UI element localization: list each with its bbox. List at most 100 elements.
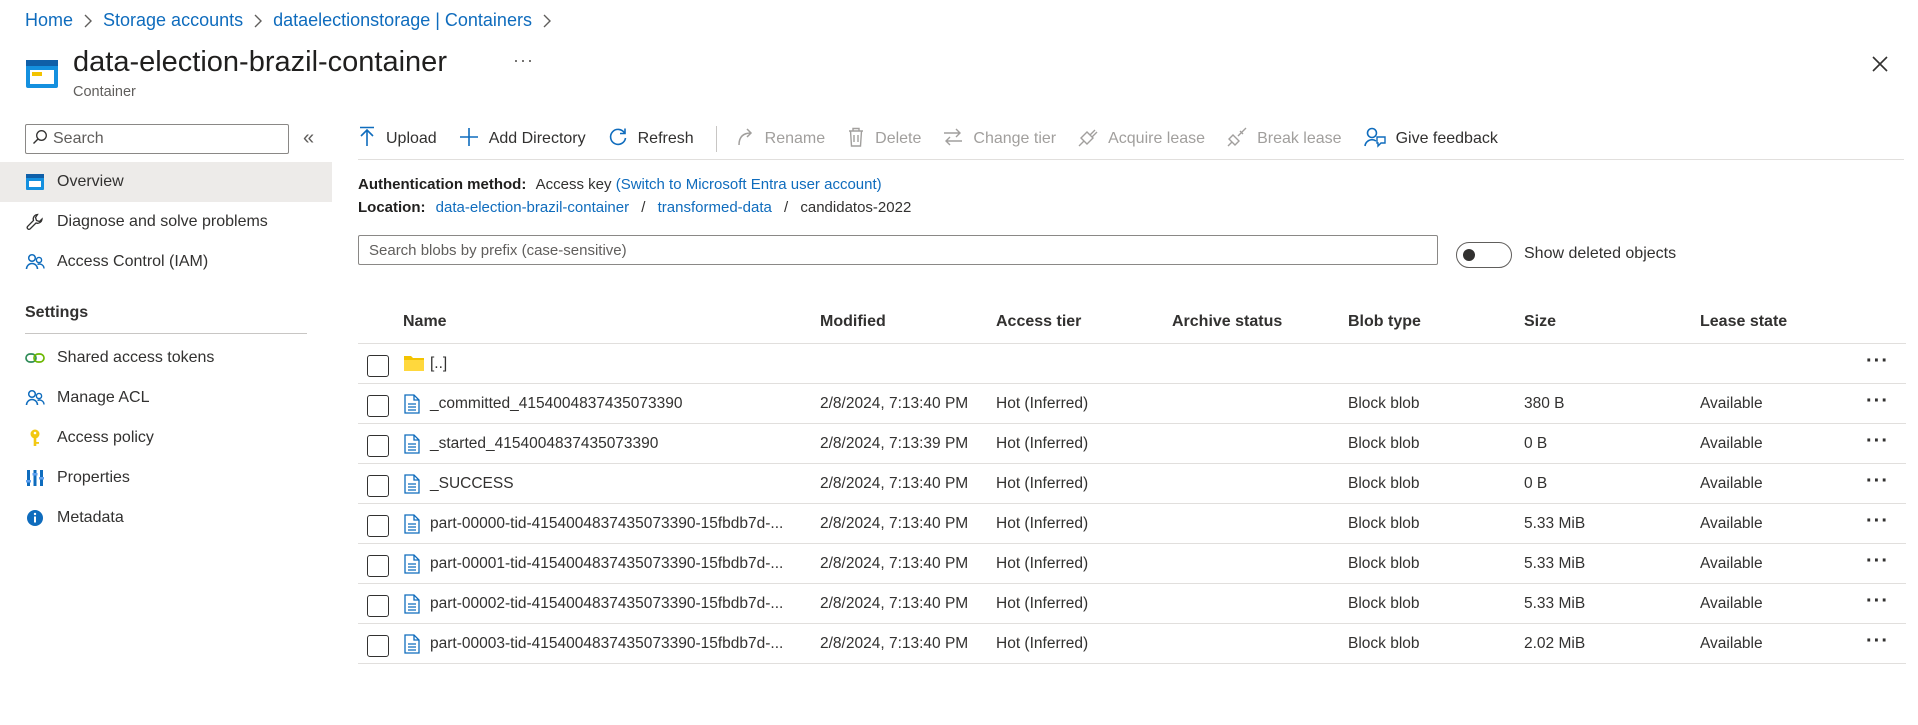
more-options-icon[interactable]: ··· bbox=[513, 50, 534, 71]
chevron-right-icon bbox=[253, 14, 263, 28]
row-checkbox[interactable] bbox=[367, 475, 389, 497]
column-header-modified[interactable]: Modified bbox=[820, 313, 886, 331]
row-checkbox[interactable] bbox=[367, 595, 389, 617]
row-checkbox[interactable] bbox=[367, 515, 389, 537]
location-separator: / bbox=[784, 199, 789, 216]
sidebar-item-access-policy[interactable]: Access policy bbox=[0, 418, 332, 458]
row-more-options-icon[interactable]: ··· bbox=[1866, 350, 1889, 373]
row-name[interactable]: part-00002-tid-4154004837435073390-15fbd… bbox=[430, 595, 783, 613]
row-name[interactable]: part-00003-tid-4154004837435073390-15fbd… bbox=[430, 635, 783, 653]
column-header-access-tier[interactable]: Access tier bbox=[996, 313, 1081, 331]
toolbar-divider-line bbox=[358, 159, 1904, 160]
row-name[interactable]: [..] bbox=[430, 355, 447, 373]
refresh-button[interactable]: Refresh bbox=[608, 127, 694, 152]
row-blob-type: Block blob bbox=[1348, 515, 1420, 532]
show-deleted-toggle[interactable] bbox=[1456, 242, 1512, 268]
location-separator: / bbox=[641, 199, 646, 216]
sidebar-item-manage-acl[interactable]: Manage ACL bbox=[0, 378, 332, 418]
table-row[interactable]: [..] ··· bbox=[358, 344, 1906, 384]
close-icon[interactable] bbox=[1866, 50, 1894, 78]
give-feedback-label: Give feedback bbox=[1395, 130, 1498, 147]
table-row[interactable]: part-00000-tid-4154004837435073390-15fbd… bbox=[358, 504, 1906, 544]
add-directory-button[interactable]: Add Directory bbox=[459, 127, 586, 152]
row-more-options-icon[interactable]: ··· bbox=[1866, 510, 1889, 533]
give-feedback-button[interactable]: Give feedback bbox=[1363, 126, 1498, 153]
command-bar: Upload Add Directory Refresh Rename Dele… bbox=[358, 124, 1520, 154]
sidebar-item-metadata[interactable]: Metadata bbox=[0, 498, 332, 538]
row-lease-state: Available bbox=[1700, 435, 1763, 452]
row-blob-type: Block blob bbox=[1348, 475, 1420, 492]
row-checkbox[interactable] bbox=[367, 555, 389, 577]
location-link-container[interactable]: data-election-brazil-container bbox=[436, 199, 629, 216]
location-link-folder[interactable]: transformed-data bbox=[658, 199, 772, 216]
row-checkbox[interactable] bbox=[367, 635, 389, 657]
row-more-options-icon[interactable]: ··· bbox=[1866, 430, 1889, 453]
table-row[interactable]: part-00003-tid-4154004837435073390-15fbd… bbox=[358, 624, 1906, 664]
row-name[interactable]: _committed_4154004837435073390 bbox=[430, 395, 683, 413]
rename-button[interactable]: Rename bbox=[735, 127, 825, 152]
row-more-options-icon[interactable]: ··· bbox=[1866, 390, 1889, 413]
switch-auth-link[interactable]: (Switch to Microsoft Entra user account) bbox=[616, 176, 882, 193]
column-header-size[interactable]: Size bbox=[1524, 313, 1556, 331]
breadcrumb-storage-accounts[interactable]: Storage accounts bbox=[103, 10, 243, 31]
wrench-icon bbox=[25, 212, 45, 232]
table-row[interactable]: part-00001-tid-4154004837435073390-15fbd… bbox=[358, 544, 1906, 584]
column-header-archive-status[interactable]: Archive status bbox=[1172, 313, 1282, 331]
collapse-sidebar-button[interactable]: « bbox=[303, 127, 314, 150]
row-checkbox[interactable] bbox=[367, 395, 389, 417]
row-more-options-icon[interactable]: ··· bbox=[1866, 590, 1889, 613]
row-name[interactable]: part-00001-tid-4154004837435073390-15fbd… bbox=[430, 555, 783, 573]
rename-icon bbox=[735, 127, 765, 152]
blob-prefix-search-input[interactable]: Search blobs by prefix (case-sensitive) bbox=[358, 235, 1438, 265]
row-more-options-icon[interactable]: ··· bbox=[1866, 550, 1889, 573]
column-header-blob-type[interactable]: Blob type bbox=[1348, 313, 1421, 331]
upload-button[interactable]: Upload bbox=[358, 126, 437, 153]
break-lease-button[interactable]: Break lease bbox=[1227, 127, 1342, 152]
delete-button[interactable]: Delete bbox=[847, 127, 921, 152]
breadcrumb-home[interactable]: Home bbox=[25, 10, 73, 31]
row-name[interactable]: _started_4154004837435073390 bbox=[430, 435, 658, 453]
location-current: candidatos-2022 bbox=[800, 199, 912, 216]
sidebar-item-label: Metadata bbox=[57, 509, 124, 526]
breadcrumb-containers[interactable]: dataelectionstorage | Containers bbox=[273, 10, 532, 31]
rename-label: Rename bbox=[764, 130, 826, 147]
auth-method: Authentication method: Access key (Switc… bbox=[358, 176, 882, 193]
table-row[interactable]: _started_4154004837435073390 2/8/2024, 7… bbox=[358, 424, 1906, 464]
key-icon bbox=[25, 428, 45, 448]
search-icon bbox=[32, 129, 53, 150]
file-icon bbox=[403, 434, 421, 459]
sidebar-search-input[interactable]: Search bbox=[25, 124, 289, 154]
column-header-lease-state[interactable]: Lease state bbox=[1700, 313, 1787, 331]
row-checkbox[interactable] bbox=[367, 435, 389, 457]
sidebar-item-iam[interactable]: Access Control (IAM) bbox=[0, 242, 332, 282]
row-modified: 2/8/2024, 7:13:40 PM bbox=[820, 555, 969, 572]
row-modified: 2/8/2024, 7:13:40 PM bbox=[820, 475, 969, 492]
properties-icon bbox=[25, 468, 45, 488]
row-size: 0 B bbox=[1524, 435, 1548, 452]
row-name[interactable]: part-00000-tid-4154004837435073390-15fbd… bbox=[430, 515, 783, 533]
show-deleted-label: Show deleted objects bbox=[1524, 245, 1677, 262]
row-more-options-icon[interactable]: ··· bbox=[1866, 630, 1889, 653]
file-icon bbox=[403, 594, 421, 619]
add-directory-label: Add Directory bbox=[488, 130, 586, 147]
sidebar-item-overview[interactable]: Overview bbox=[0, 162, 332, 202]
file-icon bbox=[403, 554, 421, 579]
chevron-right-icon bbox=[542, 14, 552, 28]
acquire-lease-button[interactable]: Acquire lease bbox=[1078, 127, 1205, 152]
row-name[interactable]: _SUCCESS bbox=[430, 475, 514, 493]
column-header-name[interactable]: Name bbox=[403, 313, 447, 331]
table-row[interactable]: _SUCCESS 2/8/2024, 7:13:40 PM Hot (Infer… bbox=[358, 464, 1906, 504]
sidebar-section-settings: Settings bbox=[25, 292, 307, 334]
info-icon bbox=[25, 508, 45, 528]
link-icon bbox=[25, 348, 45, 368]
file-icon bbox=[403, 394, 421, 419]
row-checkbox[interactable] bbox=[367, 355, 389, 377]
sidebar-item-diagnose[interactable]: Diagnose and solve problems bbox=[0, 202, 332, 242]
table-row[interactable]: part-00002-tid-4154004837435073390-15fbd… bbox=[358, 584, 1906, 624]
sidebar-item-properties[interactable]: Properties bbox=[0, 458, 332, 498]
row-more-options-icon[interactable]: ··· bbox=[1866, 470, 1889, 493]
row-access-tier: Hot (Inferred) bbox=[996, 635, 1089, 652]
change-tier-button[interactable]: Change tier bbox=[943, 128, 1056, 151]
table-row[interactable]: _committed_4154004837435073390 2/8/2024,… bbox=[358, 384, 1906, 424]
sidebar-item-shared-access-tokens[interactable]: Shared access tokens bbox=[0, 338, 332, 378]
